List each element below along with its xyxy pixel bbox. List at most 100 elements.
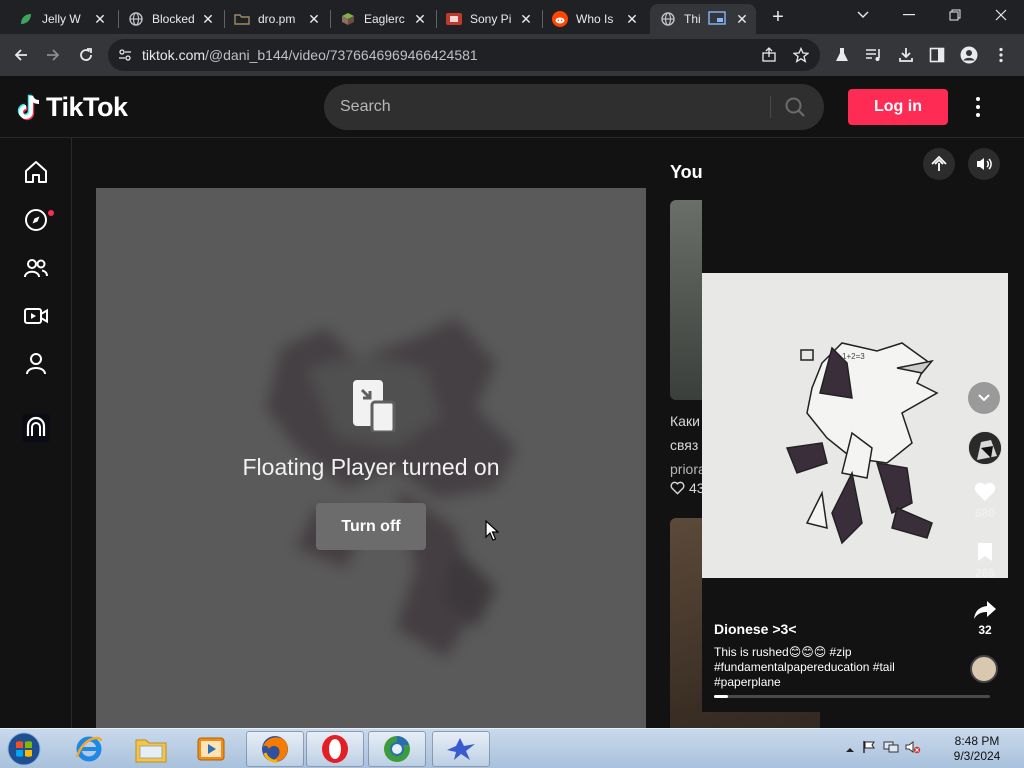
media-queue-icon[interactable] bbox=[861, 42, 887, 68]
tab-reddit[interactable]: Who Is ✕ bbox=[542, 4, 648, 34]
media-player-icon[interactable] bbox=[182, 731, 240, 767]
video-progress-bar[interactable] bbox=[714, 695, 990, 698]
system-clock[interactable]: 8:48 PM 9/3/2024 bbox=[940, 734, 1014, 764]
system-tray bbox=[842, 733, 924, 765]
browser-toolbar: tiktok.com/@dani_b144/video/737664696946… bbox=[0, 34, 1024, 76]
extension-arch-icon[interactable] bbox=[20, 412, 52, 444]
video-description[interactable]: This is rushed😊😊😊 #zip #fundamentalpaper… bbox=[714, 645, 964, 690]
home-icon[interactable] bbox=[20, 156, 52, 188]
tab-eaglercraft[interactable]: Eaglerc ✕ bbox=[330, 4, 436, 34]
search-input[interactable] bbox=[340, 84, 760, 130]
url-host: tiktok.com bbox=[142, 47, 206, 63]
more-options-icon[interactable] bbox=[966, 94, 990, 120]
labs-flask-icon[interactable] bbox=[829, 42, 855, 68]
tab-title: Jelly W bbox=[42, 12, 81, 26]
internet-explorer-icon[interactable] bbox=[60, 731, 118, 767]
video-title-line[interactable]: Каки bbox=[670, 413, 700, 429]
live-video-icon[interactable] bbox=[20, 300, 52, 332]
show-hidden-icons-icon[interactable] bbox=[842, 740, 858, 758]
tab-title: Who Is bbox=[576, 12, 614, 26]
windows-taskbar: 8:48 PM 9/3/2024 bbox=[0, 728, 1024, 768]
firefox-icon[interactable] bbox=[246, 731, 304, 767]
close-icon[interactable]: ✕ bbox=[92, 11, 108, 28]
download-icon[interactable] bbox=[893, 42, 919, 68]
chevron-down-icon[interactable] bbox=[968, 382, 1000, 414]
tab-sony[interactable]: Sony Pi ✕ bbox=[436, 4, 542, 34]
close-window-button[interactable] bbox=[978, 0, 1024, 30]
video-progress-fill bbox=[714, 695, 728, 698]
opera-icon[interactable] bbox=[306, 731, 364, 767]
browser-tab-bar: Jelly W ✕ Blocked ✕ dro.pm ✕ Eaglerc ✕ S… bbox=[0, 0, 1024, 34]
close-icon[interactable]: ✕ bbox=[518, 11, 534, 28]
clock-time: 8:48 PM bbox=[954, 734, 1000, 748]
side-panel-icon[interactable] bbox=[924, 42, 950, 68]
close-icon[interactable]: ✕ bbox=[624, 11, 640, 28]
share-icon[interactable] bbox=[760, 46, 778, 64]
forward-button[interactable] bbox=[40, 42, 66, 68]
turn-off-floating-button[interactable]: Turn off bbox=[316, 503, 426, 550]
video-author-line[interactable]: priora bbox=[670, 461, 706, 477]
share-count: 32 bbox=[978, 623, 992, 637]
tab-title: Blocked bbox=[152, 12, 195, 26]
profile-user-icon[interactable] bbox=[20, 348, 52, 380]
close-icon[interactable]: ✕ bbox=[306, 11, 322, 28]
reload-button[interactable] bbox=[73, 42, 99, 68]
search-icon[interactable] bbox=[784, 96, 806, 123]
minimize-button[interactable] bbox=[886, 0, 932, 30]
like-button[interactable]: 680 bbox=[968, 481, 1002, 520]
globe-icon bbox=[128, 11, 144, 27]
share-button[interactable]: 32 bbox=[968, 600, 1002, 637]
tiktok-note-icon bbox=[17, 94, 40, 120]
bookmark-icon bbox=[978, 543, 992, 561]
tiktok-header: TikTok Log in bbox=[0, 76, 1024, 138]
tab-search-icon[interactable] bbox=[840, 0, 886, 30]
login-button[interactable]: Log in bbox=[848, 89, 948, 125]
tab-jelly[interactable]: Jelly W ✕ bbox=[8, 4, 116, 34]
new-tab-button[interactable]: + bbox=[768, 6, 788, 28]
network-icon[interactable] bbox=[880, 740, 902, 759]
main-video-placeholder[interactable]: Floating Player turned on Turn off bbox=[96, 188, 646, 728]
heart-icon bbox=[974, 482, 996, 501]
save-button[interactable]: 265 bbox=[968, 541, 1002, 580]
restore-button[interactable] bbox=[932, 0, 978, 30]
chrome-icon[interactable] bbox=[368, 731, 426, 767]
folder-icon bbox=[234, 11, 250, 27]
tab-title: dro.pm bbox=[258, 12, 296, 26]
following-users-icon[interactable] bbox=[20, 252, 52, 284]
tiktok-logo[interactable]: TikTok bbox=[16, 92, 128, 123]
bird-app-icon[interactable] bbox=[432, 731, 490, 767]
search-bar bbox=[324, 84, 824, 130]
floating-player[interactable]: 1+2=3 680 265 32 Dionese >3< This is rus… bbox=[702, 145, 1024, 712]
globe-icon bbox=[660, 11, 676, 27]
bookmark-star-icon[interactable] bbox=[792, 46, 810, 64]
windows-start-button[interactable] bbox=[4, 731, 44, 767]
site-info-icon[interactable] bbox=[118, 48, 132, 67]
floating-player-icon bbox=[352, 380, 396, 437]
close-icon[interactable]: ✕ bbox=[200, 11, 216, 28]
picture-in-picture-icon bbox=[708, 10, 726, 28]
close-icon[interactable]: ✕ bbox=[734, 11, 750, 28]
chrome-menu-icon[interactable] bbox=[988, 42, 1014, 68]
tab-title: Sony Pi bbox=[470, 12, 512, 26]
music-disc-avatar[interactable] bbox=[970, 655, 998, 683]
tab-dropm[interactable]: dro.pm ✕ bbox=[224, 4, 330, 34]
address-bar[interactable]: tiktok.com/@dani_b144/video/737664696946… bbox=[108, 39, 820, 71]
tab-blocked[interactable]: Blocked ✕ bbox=[118, 4, 224, 34]
action-center-flag-icon[interactable] bbox=[858, 740, 880, 759]
file-explorer-icon[interactable] bbox=[122, 731, 180, 767]
volume-icon[interactable] bbox=[968, 148, 1000, 180]
recommended-title: You bbox=[670, 162, 703, 182]
close-icon[interactable]: ✕ bbox=[412, 11, 428, 28]
tab-tiktok-active[interactable]: Thi ✕ bbox=[650, 4, 756, 34]
profile-icon[interactable] bbox=[956, 42, 982, 68]
volume-muted-icon[interactable] bbox=[902, 740, 924, 759]
url-path: /@dani_b144/video/7376646969466424581 bbox=[205, 47, 478, 63]
creator-avatar[interactable] bbox=[968, 431, 1002, 465]
video-author[interactable]: Dionese >3< bbox=[714, 621, 797, 637]
tab-title: Thi bbox=[684, 12, 701, 26]
video-title-line[interactable]: связ bbox=[670, 437, 698, 453]
explore-compass-icon[interactable] bbox=[20, 204, 52, 236]
back-button[interactable] bbox=[8, 42, 34, 68]
expand-player-icon[interactable] bbox=[923, 148, 955, 180]
floating-video-frame[interactable]: 1+2=3 bbox=[702, 273, 1008, 578]
